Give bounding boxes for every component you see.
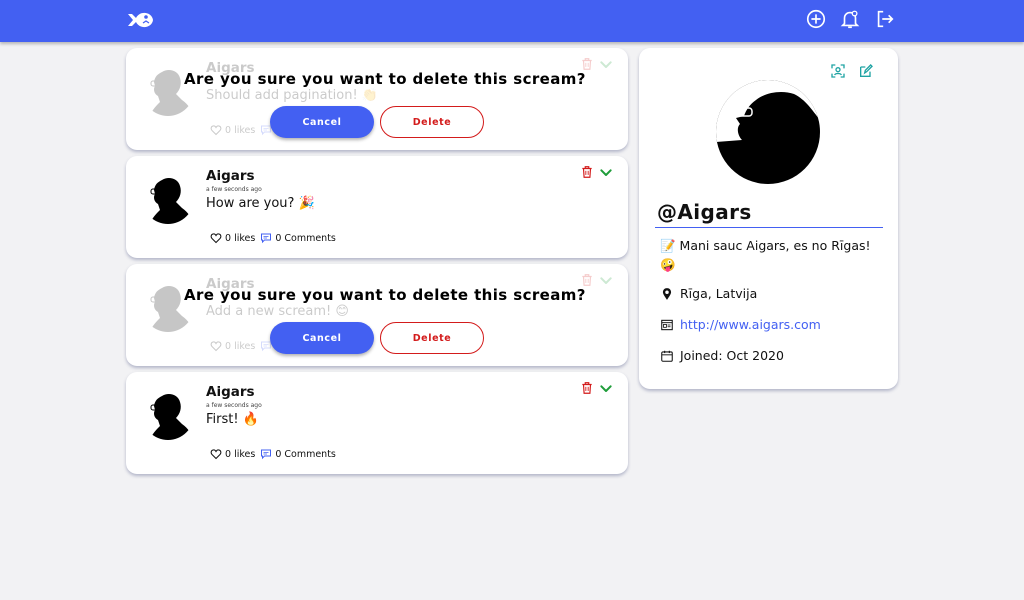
fish-logo-icon[interactable] <box>124 6 154 34</box>
like-heart-icon[interactable] <box>210 124 222 136</box>
divider <box>655 227 883 228</box>
expand-chevron-icon[interactable] <box>598 57 614 73</box>
change-image-icon[interactable] <box>830 63 846 79</box>
scream-body: Add a new scream! 😊 <box>206 304 349 319</box>
website-link[interactable]: http://www.aigars.com <box>680 317 821 332</box>
add-scream-icon[interactable] <box>805 8 827 30</box>
joined-text: Joined: Oct 2020 <box>680 348 784 363</box>
at-sign: @ <box>657 200 678 224</box>
scream-meta: 0 likes <box>210 124 275 136</box>
profile-bio: 📝 Mani sauc Aigars, es no Rīgas! 🤪 <box>660 238 871 272</box>
delete-confirm-question: Are you sure you want to delete this scr… <box>184 70 586 88</box>
profile-card: @ Aigars 📝 Mani sauc Aigars, es no Rīgas… <box>639 48 898 389</box>
comments-count[interactable]: 0 Comments <box>275 449 336 460</box>
scream-body: How are you? 🎉 <box>206 196 315 211</box>
scream-card: Aigars a few seconds ago First! 🔥 0 like… <box>126 372 628 474</box>
comment-icon[interactable] <box>260 232 272 244</box>
scream-date: a few seconds ago <box>206 402 262 409</box>
delete-button[interactable]: Delete <box>380 322 484 354</box>
profile-joined: Joined: Oct 2020 <box>660 348 784 363</box>
scream-user-name[interactable]: Aigars <box>206 384 255 400</box>
scream-card: Aigars a few seconds ago How are you? 🎉 … <box>126 156 628 258</box>
expand-chevron-icon[interactable] <box>598 273 614 289</box>
likes-count: 0 likes <box>225 124 256 136</box>
expand-chevron-icon[interactable] <box>598 165 614 181</box>
navbar <box>0 0 1024 42</box>
logout-icon[interactable] <box>874 8 896 30</box>
comments-count[interactable]: 0 Comments <box>275 233 336 244</box>
user-avatar[interactable] <box>142 388 194 440</box>
cancel-button[interactable]: Cancel <box>270 106 374 138</box>
delete-confirm-question: Are you sure you want to delete this scr… <box>184 286 586 304</box>
profile-website: http://www.aigars.com <box>660 317 821 332</box>
location-text: Rīga, Latvija <box>680 286 758 301</box>
calendar-icon <box>661 350 673 362</box>
scream-date: a few seconds ago <box>206 186 262 193</box>
delete-trash-icon[interactable] <box>580 381 594 395</box>
user-avatar[interactable] <box>142 172 194 224</box>
scream-meta: 0 likes 0 Comments <box>210 232 336 244</box>
likes-count: 0 likes <box>225 448 256 460</box>
comment-icon[interactable] <box>260 448 272 460</box>
edit-profile-icon[interactable] <box>858 63 874 79</box>
like-heart-icon[interactable] <box>210 340 222 352</box>
likes-count: 0 likes <box>225 232 256 244</box>
likes-count: 0 likes <box>225 340 256 352</box>
profile-handle-link[interactable]: @ Aigars <box>657 200 752 224</box>
scream-card: Aigars Add a new scream! 😊 0 likes Are y… <box>126 264 628 366</box>
scream-body: Should add pagination! 👏 <box>206 88 379 103</box>
delete-trash-icon[interactable] <box>580 273 594 287</box>
scream-card: Aigars Should add pagination! 👏 0 likes … <box>126 48 628 150</box>
delete-button[interactable]: Delete <box>380 106 484 138</box>
scream-body: First! 🔥 <box>206 412 259 427</box>
scream-meta: 0 likes 0 Comments <box>210 448 336 460</box>
scream-user-name[interactable]: Aigars <box>206 168 255 184</box>
delete-trash-icon[interactable] <box>580 57 594 71</box>
profile-avatar <box>716 80 820 184</box>
scream-meta: 0 likes <box>210 340 275 352</box>
profile-location: Rīga, Latvija <box>660 286 757 301</box>
delete-trash-icon[interactable] <box>580 165 594 179</box>
like-heart-icon[interactable] <box>210 232 222 244</box>
notifications-icon[interactable] <box>839 8 861 30</box>
cancel-button[interactable]: Cancel <box>270 322 374 354</box>
like-heart-icon[interactable] <box>210 448 222 460</box>
website-icon <box>661 319 673 330</box>
location-pin-icon <box>662 287 672 300</box>
profile-handle: Aigars <box>677 200 752 224</box>
expand-chevron-icon[interactable] <box>598 381 614 397</box>
